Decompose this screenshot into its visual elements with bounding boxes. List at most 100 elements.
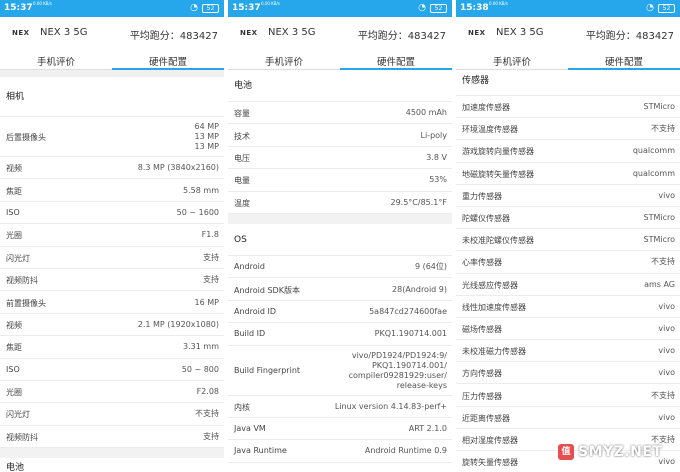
spec-label: 光圈 — [6, 231, 22, 241]
spec-value: 28(Android 9) — [392, 284, 447, 294]
divider — [0, 448, 224, 459]
spec-value: 不支持 — [195, 409, 219, 419]
spec-value: 支持 — [203, 275, 219, 285]
tab-bar: 手机评价 硬件配置 — [0, 51, 224, 70]
tab-phone-review[interactable]: 手机评价 — [456, 54, 568, 68]
spec-label: Android ID — [234, 306, 276, 316]
spec-row: 未校准磁力传感器 vivo — [456, 340, 680, 363]
spec-row: 陀螺仪传感器 STMicro — [456, 207, 680, 230]
spec-row: 方向传感器 vivo — [456, 362, 680, 385]
spec-value: 不支持 — [651, 257, 675, 267]
battery-icon: 52 — [430, 4, 447, 13]
spec-label: 陀螺仪传感器 — [462, 214, 510, 224]
spec-label: 视频防抖 — [6, 432, 38, 442]
spec-label: 近距离传感器 — [462, 413, 510, 423]
spec-value: STMicro — [643, 235, 676, 245]
spec-label: 磁场传感器 — [462, 324, 502, 334]
status-time: 15:38 — [460, 3, 489, 13]
spec-label: ISO — [6, 207, 20, 217]
spec-label: 视频 — [6, 320, 22, 330]
spec-label: ISO — [6, 364, 20, 374]
spec-value: 8.3 MP (3840x2160) — [137, 163, 219, 173]
spec-row: Build ID PKQ1.190714.001 — [228, 323, 452, 346]
network-speed: 0.00 KB/s — [33, 1, 52, 6]
spec-value: 9 (64位) — [414, 262, 447, 272]
app-header: NEX NEX 3 5G 平均跑分：483427 — [228, 17, 452, 51]
spec-row: 闪光灯 支持 — [0, 247, 224, 269]
spec-row: 视频防抖 支持 — [0, 426, 224, 449]
spec-value: PKQ1.190714.001 — [374, 329, 447, 339]
spec-value: Linux version 4.14.83-perf+ — [334, 401, 447, 411]
spec-label: 电量 — [234, 176, 250, 186]
spec-value: STMicro — [643, 102, 676, 112]
tab-phone-review[interactable]: 手机评价 — [228, 54, 340, 68]
spec-row: 环境温度传感器 不支持 — [456, 118, 680, 141]
average-score: 平均跑分：483427 — [585, 31, 674, 42]
spec-label: 视频 — [6, 164, 22, 174]
spec-label: 旋转矢量传感器 — [462, 458, 518, 468]
spec-list: 电池 容量 4500 mAh 技术 Li-poly 电压 3.8 V 电量 53% 温度 29.5… — [228, 70, 452, 472]
spec-label: 技术 — [234, 131, 250, 141]
spec-value: F2.08 — [196, 387, 219, 397]
spec-value: 50 ~ 800 — [181, 364, 219, 374]
tab-phone-review[interactable]: 手机评价 — [0, 54, 112, 68]
spec-row: Java Runtime Android Runtime 0.9 — [228, 440, 452, 463]
section-title: 传感器 — [456, 70, 680, 96]
spec-value: 53% — [429, 175, 447, 185]
spec-label: 方向传感器 — [462, 369, 502, 379]
tab-hardware-config[interactable]: 硬件配置 — [112, 54, 224, 68]
spec-label: Build ID — [234, 329, 266, 339]
spec-list: 传感器 加速度传感器 STMicro 环境温度传感器 不支持 游戏旋转向量传感器 qual… — [456, 70, 680, 472]
spec-value: qualcomm — [632, 168, 675, 178]
spec-value: vivo — [658, 323, 675, 333]
spec-label: 闪光灯 — [6, 253, 30, 263]
spec-value: 5.58 mm — [183, 185, 219, 195]
spec-value: 支持 — [203, 431, 219, 441]
spec-value: vivo — [658, 190, 675, 200]
spec-row: ISO 50 ~ 1600 — [0, 202, 224, 225]
spec-row: 光圈 F2.08 — [0, 381, 224, 404]
spec-row: Java VM ART 2.1.0 — [228, 418, 452, 441]
spec-row: Android 9 (64位) — [228, 256, 452, 279]
spec-value: F1.8 — [201, 230, 219, 240]
spec-label: 相对湿度传感器 — [462, 435, 518, 445]
network-speed: 0.00 KB/s — [261, 1, 280, 6]
status-time: 15:37 — [232, 3, 261, 13]
spec-row: 光圈 F1.8 — [0, 224, 224, 247]
phone-screen-camera: 15:37 0.00 KB/s ◔ 52 NEX NEX 3 5G 平均跑分：4… — [0, 0, 224, 472]
phone-screen-sensors: 15:38 0.00 KB/s ◔ 52 NEX NEX 3 5G 平均跑分：4… — [456, 0, 680, 472]
watermark-text: SMYZ.NET — [578, 444, 663, 460]
section-title: 电池 — [0, 458, 224, 472]
spec-row: 前置摄像头 16 MP — [0, 291, 224, 314]
spec-row: ISO 50 ~ 800 — [0, 359, 224, 381]
network-speed: 0.00 KB/s — [489, 1, 508, 6]
average-score: 平均跑分：483427 — [357, 31, 446, 42]
spec-label: 光圈 — [6, 388, 22, 398]
spec-row: 视频防抖 支持 — [0, 269, 224, 292]
spec-value: 2.1 MP (1920x1080) — [137, 319, 219, 329]
divider — [0, 70, 224, 77]
spec-value: 64 MP 13 MP 13 MP — [194, 122, 219, 151]
spec-label: 内核 — [234, 402, 250, 412]
spec-label: Java Runtime — [234, 446, 287, 456]
spec-value: 支持 — [203, 252, 219, 262]
spec-row: 重力传感器 vivo — [456, 185, 680, 207]
divider — [228, 213, 452, 224]
average-score: 平均跑分：483427 — [129, 31, 218, 42]
status-bar: 15:37 0.00 KB/s ◔ 52 — [228, 0, 452, 17]
spec-label: 容量 — [234, 109, 250, 119]
status-bar: 15:37 0.00 KB/s ◔ 52 — [0, 0, 224, 17]
wifi-icon: ◔ — [190, 3, 198, 13]
tab-hardware-config[interactable]: 硬件配置 — [340, 54, 452, 68]
wifi-icon: ◔ — [418, 3, 426, 13]
device-model: NEX 3 5G — [40, 27, 88, 38]
spec-value: 50 ~ 1600 — [176, 207, 219, 217]
spec-label: 电压 — [234, 153, 250, 163]
spec-label: 地磁旋转矢量传感器 — [462, 169, 534, 179]
spec-row: Android SDK版本 28(Android 9) — [228, 278, 452, 301]
spec-label: 重力传感器 — [462, 191, 502, 201]
tab-hardware-config[interactable]: 硬件配置 — [568, 54, 680, 68]
spec-label: 心率传感器 — [462, 258, 502, 268]
spec-label: 视频防抖 — [6, 276, 38, 286]
spec-label: Android SDK版本 — [234, 285, 300, 295]
